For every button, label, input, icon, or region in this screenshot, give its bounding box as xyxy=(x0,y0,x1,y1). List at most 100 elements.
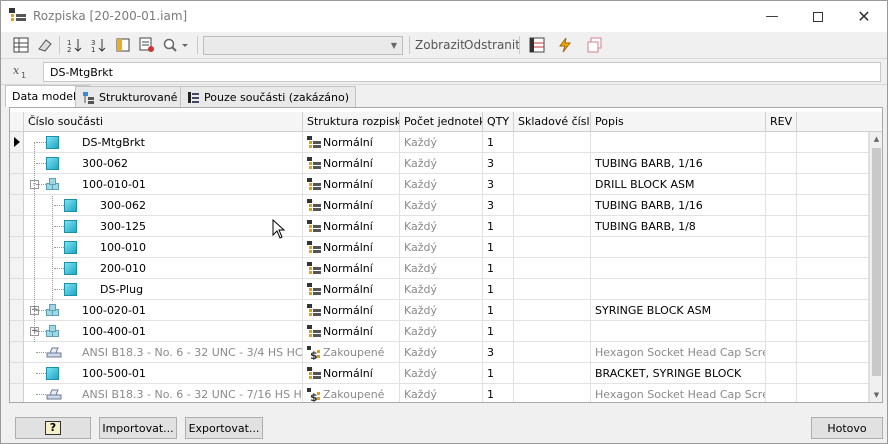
rev-cell[interactable] xyxy=(766,153,797,174)
part-number-cell[interactable]: +100-400-01 xyxy=(24,321,303,342)
qty-cell[interactable]: 1 xyxy=(483,258,514,279)
rev-cell[interactable] xyxy=(766,321,797,342)
description-cell[interactable]: TUBING BARB, 1/16 xyxy=(591,195,766,216)
part-number-cell[interactable]: 100-500-01 xyxy=(24,363,303,384)
table-row[interactable]: +100-400-01 Normální Každý 1 xyxy=(10,321,869,342)
filler-cell[interactable] xyxy=(797,321,869,342)
part-number-cell[interactable]: 300-062 xyxy=(24,153,303,174)
unit-quantity-cell[interactable]: Každý xyxy=(400,174,483,195)
row-selector[interactable] xyxy=(10,342,24,363)
row-selector[interactable] xyxy=(10,258,24,279)
table-row[interactable]: 100-010 Normální Každý 1 xyxy=(10,237,869,258)
description-cell[interactable] xyxy=(591,321,766,342)
vertical-scrollbar[interactable]: ▲ ▼ xyxy=(869,132,882,402)
table-row[interactable]: 200-010 Normální Každý 1 xyxy=(10,258,869,279)
table-row[interactable]: 300-062 Normální Každý 3 TUBING BARB, 1/16 xyxy=(10,153,869,174)
export-table-button[interactable] xyxy=(527,36,547,54)
part-number-cell[interactable]: +100-020-01 xyxy=(24,300,303,321)
qty-cell[interactable]: 1 xyxy=(483,321,514,342)
stock-number-cell[interactable] xyxy=(514,300,591,321)
close-button[interactable]: ✕ xyxy=(841,1,887,32)
group-button[interactable] xyxy=(137,36,157,54)
bom-structure-cell[interactable]: Normální xyxy=(303,153,400,174)
bom-structure-cell[interactable]: Normální xyxy=(303,216,400,237)
column-chooser-button[interactable] xyxy=(113,36,133,54)
bom-structure-cell[interactable]: Normální xyxy=(303,279,400,300)
table-row[interactable]: DS-MtgBrkt Normální Každý 1 xyxy=(10,132,869,153)
column-header-unit-quantity[interactable]: Počet jednotek xyxy=(400,112,483,132)
stock-number-cell[interactable] xyxy=(514,342,591,363)
table-row[interactable]: 300-125 Normální Každý 1 TUBING BARB, 1/8 xyxy=(10,216,869,237)
filler-cell[interactable] xyxy=(797,363,869,384)
stock-number-cell[interactable] xyxy=(514,363,591,384)
filler-cell[interactable] xyxy=(797,195,869,216)
stock-number-cell[interactable] xyxy=(514,258,591,279)
part-name-field[interactable]: DS-MtgBrkt xyxy=(43,62,881,82)
row-selector[interactable] xyxy=(10,300,24,321)
filler-cell[interactable] xyxy=(797,342,869,363)
update-button[interactable] xyxy=(555,36,575,54)
bom-structure-cell[interactable]: $ Zakoupené xyxy=(303,342,400,363)
unit-quantity-cell[interactable]: Každý xyxy=(400,342,483,363)
stock-number-cell[interactable] xyxy=(514,216,591,237)
filler-cell[interactable] xyxy=(797,174,869,195)
maximize-button[interactable] xyxy=(795,1,841,32)
unit-quantity-cell[interactable]: Každý xyxy=(400,258,483,279)
scroll-thumb[interactable] xyxy=(872,148,881,376)
rev-cell[interactable] xyxy=(766,195,797,216)
qty-cell[interactable]: 1 xyxy=(483,363,514,384)
part-number-cell[interactable]: ANSI B18.3 - No. 6 - 32 UNC - 7/16 HS HC… xyxy=(24,384,303,402)
rev-cell[interactable] xyxy=(766,384,797,402)
part-number-cell[interactable]: 100-010 xyxy=(24,237,303,258)
zobrazit-button[interactable]: Zobrazit xyxy=(415,38,465,52)
part-number-cell[interactable]: -100-010-01 xyxy=(24,174,303,195)
qty-cell[interactable]: 1 xyxy=(483,237,514,258)
stock-number-cell[interactable] xyxy=(514,279,591,300)
rev-cell[interactable] xyxy=(766,363,797,384)
renumber-button[interactable]: 31 xyxy=(89,36,109,54)
find-dropdown-button[interactable] xyxy=(161,36,191,54)
filler-cell[interactable] xyxy=(797,132,869,153)
column-header-description[interactable]: Popis xyxy=(591,112,766,132)
rev-cell[interactable] xyxy=(766,258,797,279)
row-selector[interactable] xyxy=(10,174,24,195)
import-button[interactable]: Importovat... xyxy=(99,417,177,439)
bom-structure-cell[interactable]: Normální xyxy=(303,300,400,321)
qty-cell[interactable]: 1 xyxy=(483,300,514,321)
part-number-cell[interactable]: DS-Plug xyxy=(24,279,303,300)
row-selector[interactable] xyxy=(10,195,24,216)
rev-cell[interactable] xyxy=(766,237,797,258)
description-cell[interactable] xyxy=(591,132,766,153)
description-cell[interactable]: SYRINGE BLOCK ASM xyxy=(591,300,766,321)
unit-quantity-cell[interactable]: Každý xyxy=(400,132,483,153)
table-row[interactable]: 100-500-01 Normální Každý 1 BRACKET, SYRINGE… xyxy=(10,363,869,384)
view-combo[interactable]: ▼ xyxy=(203,36,403,55)
bom-structure-cell[interactable]: $ Zakoupené xyxy=(303,384,400,402)
stock-number-cell[interactable] xyxy=(514,195,591,216)
bom-structure-cell[interactable]: Normální xyxy=(303,174,400,195)
description-cell[interactable]: TUBING BARB, 1/16 xyxy=(591,153,766,174)
bom-structure-cell[interactable]: Normální xyxy=(303,363,400,384)
rev-cell[interactable] xyxy=(766,132,797,153)
filler-cell[interactable] xyxy=(797,153,869,174)
row-selector[interactable] xyxy=(10,384,24,402)
scroll-down-icon[interactable]: ▼ xyxy=(870,388,882,402)
description-cell[interactable]: BRACKET, SYRINGE BLOCK xyxy=(591,363,766,384)
part-number-cell[interactable]: 300-062 xyxy=(24,195,303,216)
row-selector[interactable] xyxy=(10,321,24,342)
eraser-button[interactable] xyxy=(35,36,55,54)
minimize-button[interactable]: — xyxy=(749,1,795,32)
column-header-bom-structure[interactable]: Struktura rozpisky xyxy=(303,112,400,132)
rev-cell[interactable] xyxy=(766,279,797,300)
unit-quantity-cell[interactable]: Každý xyxy=(400,153,483,174)
unit-quantity-cell[interactable]: Každý xyxy=(400,195,483,216)
bom-structure-cell[interactable]: Normální xyxy=(303,132,400,153)
bom-structure-cell[interactable]: Normální xyxy=(303,237,400,258)
row-selector[interactable] xyxy=(10,153,24,174)
qty-cell[interactable]: 3 xyxy=(483,174,514,195)
stock-number-cell[interactable] xyxy=(514,237,591,258)
help-button[interactable]: ? xyxy=(15,417,91,439)
table-row[interactable]: ANSI B18.3 - No. 6 - 32 UNC - 7/16 HS HC… xyxy=(10,384,869,402)
odstranit-button[interactable]: Odstranit xyxy=(464,38,520,52)
copy-button[interactable] xyxy=(585,36,605,54)
